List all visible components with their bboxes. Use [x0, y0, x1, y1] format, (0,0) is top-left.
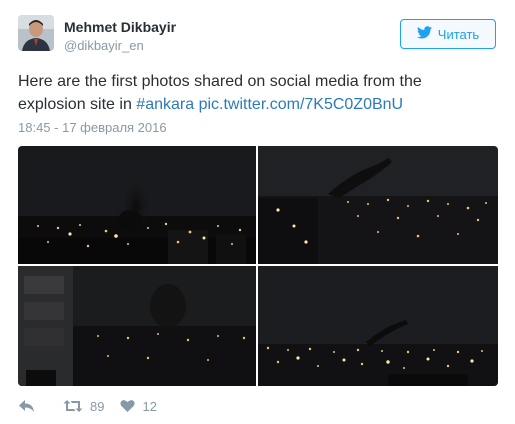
author-handle[interactable]: @dikbayir_en: [64, 38, 144, 53]
author-name[interactable]: Mehmet Dikbayir: [64, 19, 176, 35]
follow-button[interactable]: Читать: [400, 19, 496, 49]
avatar[interactable]: [18, 15, 54, 51]
retweet-icon: [63, 399, 83, 413]
like-count: 12: [142, 398, 157, 414]
photo-4[interactable]: [258, 266, 498, 386]
photo-2[interactable]: [258, 146, 498, 264]
tweet-text: Here are the first photos shared on soci…: [18, 70, 488, 116]
reply-icon: [18, 399, 35, 413]
hashtag-link[interactable]: #ankara: [136, 96, 194, 113]
twitter-bird-icon: [416, 26, 432, 42]
retweet-button[interactable]: 89: [63, 399, 104, 414]
media-link[interactable]: pic.twitter.com/7K5C0Z0BnU: [199, 96, 404, 113]
reply-button[interactable]: [18, 399, 35, 413]
tweet-timestamp[interactable]: 18:45 - 17 февраля 2016: [18, 120, 167, 135]
photo-1[interactable]: [18, 146, 256, 264]
tweet-actions: 89 12: [18, 396, 157, 416]
photo-3[interactable]: [18, 266, 256, 386]
heart-icon: [120, 399, 136, 413]
tweet-card: Mehmet Dikbayir @dikbayir_en Читать Here…: [0, 0, 515, 424]
photo-grid: [18, 146, 498, 386]
follow-button-label: Читать: [437, 26, 480, 42]
like-button[interactable]: 12: [120, 398, 157, 414]
retweet-count: 89: [90, 398, 105, 414]
